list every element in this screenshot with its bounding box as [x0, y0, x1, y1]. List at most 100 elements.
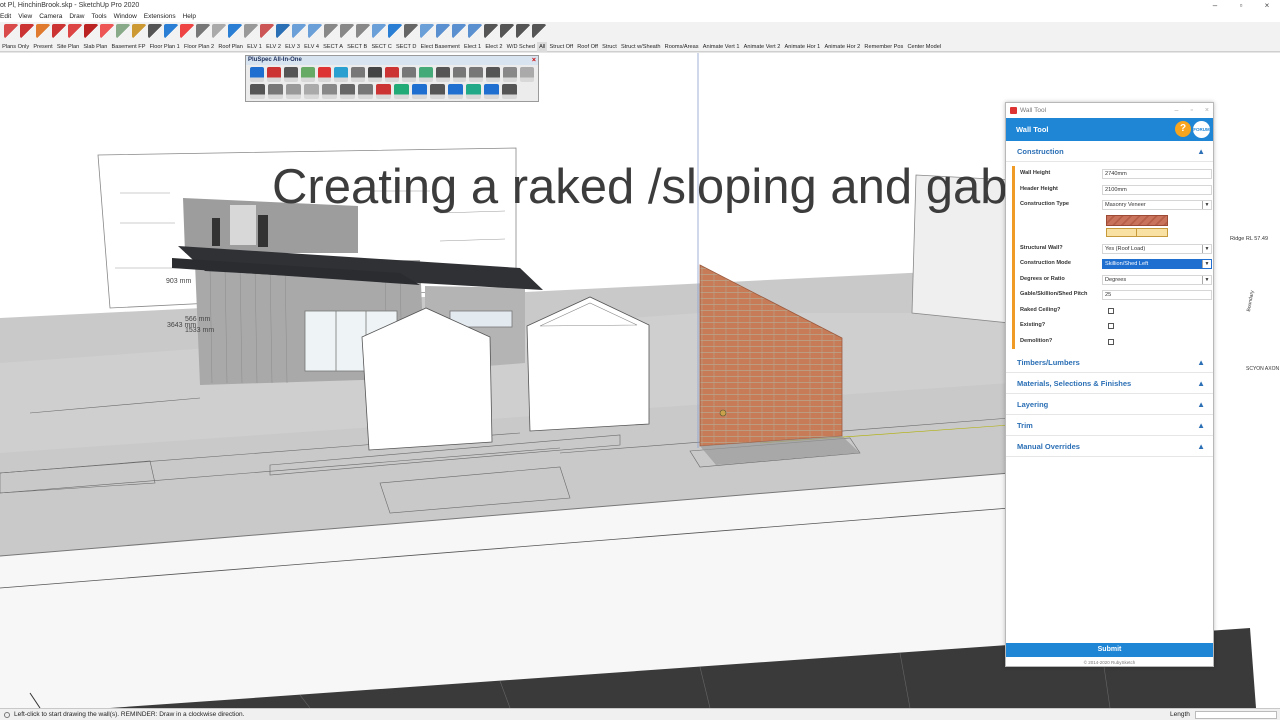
existing-checkbox[interactable] [1108, 323, 1114, 329]
toolbar-tool-icon[interactable] [84, 24, 98, 38]
toolbar-tool-icon[interactable] [228, 24, 242, 38]
scene-tab[interactable]: Elect Basement [419, 42, 462, 52]
scene-tab[interactable]: Elect 2 [483, 42, 504, 52]
wall-tool-minimize-button[interactable]: – [1175, 103, 1179, 118]
degrees-select[interactable]: Degrees ▼ [1102, 274, 1212, 285]
section-construction[interactable]: Construction ▲ [1006, 141, 1213, 162]
toolbar-tool-icon[interactable] [212, 24, 226, 38]
pluspec-tool-icon[interactable] [351, 67, 366, 82]
toolbar-tool-icon[interactable] [20, 24, 34, 38]
pluspec-tool-icon[interactable] [322, 84, 337, 99]
construction-type-select[interactable]: Masonry Veneer ▼ [1102, 200, 1212, 210]
toolbar-tool-icon[interactable] [260, 24, 274, 38]
toolbar-tool-icon[interactable] [372, 24, 386, 38]
length-input[interactable] [1195, 711, 1277, 719]
pluspec-tool-icon[interactable] [368, 67, 382, 82]
scene-tab[interactable]: Animate Vert 1 [701, 42, 742, 52]
scene-tab[interactable]: Struct Off [547, 42, 575, 52]
menu-tools[interactable]: Tools [91, 12, 106, 22]
pluspec-tool-icon[interactable] [385, 67, 399, 82]
toolbar-tool-icon[interactable] [308, 24, 322, 38]
toolbar-tool-icon[interactable] [276, 24, 290, 38]
menu-draw[interactable]: Draw [69, 12, 84, 22]
pluspec-tool-icon[interactable] [268, 84, 283, 99]
scene-tab[interactable]: ELV 1 [245, 42, 264, 52]
section-materials[interactable]: Materials, Selections & Finishes ▲ [1006, 373, 1213, 394]
pluspec-tool-icon[interactable] [266, 67, 281, 82]
scene-tab[interactable]: ELV 2 [264, 42, 283, 52]
help-icon[interactable]: ? [1175, 121, 1191, 137]
scene-tab[interactable]: ELV 3 [283, 42, 302, 52]
demolition-checkbox[interactable] [1108, 338, 1114, 345]
pluspec-tool-icon[interactable] [418, 67, 433, 82]
section-timbers[interactable]: Timbers/Lumbers ▲ [1006, 352, 1213, 373]
toolbar-tool-icon[interactable] [436, 24, 450, 38]
pluspec-tool-icon[interactable] [452, 67, 467, 82]
menu-window[interactable]: Window [114, 12, 137, 22]
pluspec-tool-icon[interactable] [469, 67, 484, 82]
pluspec-close-icon[interactable]: × [532, 56, 536, 65]
toolbar-tool-icon[interactable] [68, 24, 82, 38]
construction-mode-select[interactable]: Skillion/Shed Left ▼ [1102, 259, 1212, 269]
toolbar-tool-icon[interactable] [324, 24, 338, 38]
wall-tool-maximize-button[interactable]: ▫ [1190, 103, 1192, 118]
scene-tab[interactable]: Animate Hor 2 [822, 42, 862, 52]
toolbar-tool-icon[interactable] [244, 24, 258, 38]
toolbar-tool-icon[interactable] [36, 24, 50, 38]
minimize-button[interactable]: – [1202, 0, 1228, 12]
scene-tab[interactable]: Remember Pos [862, 42, 905, 52]
scene-tab[interactable]: Basement FP [109, 42, 147, 52]
scene-tab[interactable]: Site Plan [55, 42, 82, 52]
toolbar-tool-icon[interactable] [532, 24, 546, 38]
scene-tab[interactable]: All [537, 42, 548, 52]
toolbar-tool-icon[interactable] [52, 24, 66, 38]
toolbar-tool-icon[interactable] [404, 24, 418, 38]
menu-view[interactable]: View [18, 12, 32, 22]
scene-tab[interactable]: Present [31, 42, 54, 52]
wall-height-input[interactable]: 2740mm [1102, 169, 1212, 179]
toolbar-tool-icon[interactable] [148, 24, 162, 38]
header-height-input[interactable]: 2100mm [1102, 184, 1212, 195]
pluspec-tool-icon[interactable] [250, 67, 264, 82]
section-layering[interactable]: Layering ▲ [1006, 394, 1213, 415]
menu-camera[interactable]: Camera [39, 12, 62, 22]
scene-tab[interactable]: SECT A [321, 42, 345, 52]
scene-tab[interactable]: W/D Sched [505, 42, 537, 52]
scene-tab[interactable]: Animate Hor 1 [782, 42, 822, 52]
pluspec-palette[interactable]: PluSpec All-In-One × [245, 55, 539, 102]
scene-tab[interactable]: Center Model [905, 42, 943, 52]
wall-tool-close-button[interactable]: × [1205, 103, 1209, 118]
pluspec-tool-icon[interactable] [435, 67, 450, 82]
frame-swatch[interactable] [1106, 227, 1168, 237]
pluspec-tool-icon[interactable] [358, 84, 373, 99]
toolbar-tool-icon[interactable] [420, 24, 434, 38]
toolbar-tool-icon[interactable] [116, 24, 130, 38]
menu-extensions[interactable]: Extensions [144, 12, 176, 22]
pluspec-tool-icon[interactable] [520, 67, 534, 82]
close-button[interactable]: × [1254, 0, 1280, 12]
toolbar-tool-icon[interactable] [180, 24, 194, 38]
scene-tab[interactable]: Floor Plan 1 [148, 42, 182, 52]
toolbar-tool-icon[interactable] [500, 24, 514, 38]
scene-tab[interactable]: SECT D [394, 42, 419, 52]
pluspec-tool-icon[interactable] [300, 67, 315, 82]
pluspec-tool-icon[interactable] [334, 67, 349, 82]
section-trim[interactable]: Trim ▲ [1006, 415, 1213, 436]
scene-tab[interactable]: SECT B [345, 42, 369, 52]
menu-help[interactable]: Help [183, 12, 196, 22]
scene-tab[interactable]: Roof Plan [216, 42, 245, 52]
pluspec-tool-icon[interactable] [502, 84, 517, 99]
toolbar-tool-icon[interactable] [164, 24, 178, 38]
pitch-input[interactable]: 25 [1102, 290, 1212, 300]
scene-tab[interactable]: SECT C [369, 42, 394, 52]
scene-tab[interactable]: Animate Vert 2 [742, 42, 783, 52]
scene-tab[interactable]: Rooms/Areas [663, 42, 701, 52]
pluspec-tool-icon[interactable] [412, 84, 427, 99]
pluspec-tool-icon[interactable] [401, 67, 416, 82]
raked-ceiling-checkbox[interactable] [1108, 307, 1114, 314]
toolbar-tool-icon[interactable] [196, 24, 210, 38]
toolbar-tool-icon[interactable] [452, 24, 466, 38]
toolbar-tool-icon[interactable] [100, 24, 114, 38]
menu-edit[interactable]: Edit [0, 12, 11, 22]
toolbar-tool-icon[interactable] [4, 24, 18, 38]
